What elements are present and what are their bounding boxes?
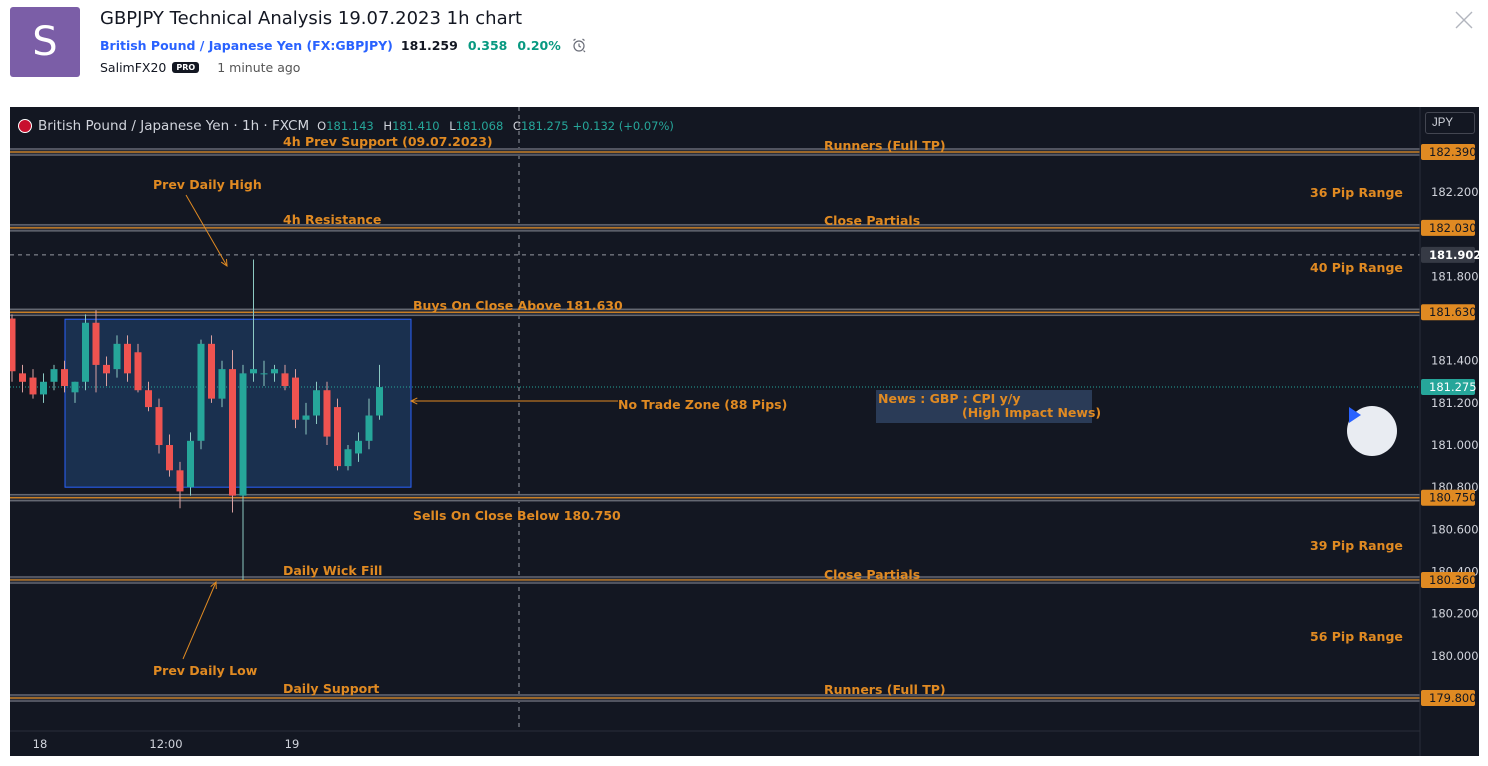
candle-body-4	[50, 369, 58, 382]
range-40-label: 40 Pip Range	[1310, 260, 1403, 275]
y-badge-label-4: 181.275	[1429, 380, 1477, 394]
buys-label: Buys On Close Above 181.630	[413, 298, 623, 313]
candle-body-27	[292, 377, 299, 420]
posted-time: 1 minute ago	[217, 60, 301, 75]
candle-body-30	[323, 390, 331, 437]
prev-daily-high-label: Prev Daily High	[153, 177, 262, 192]
candle-body-19	[208, 343, 215, 399]
candle-body-24	[260, 373, 268, 375]
candle-body-31	[334, 407, 341, 467]
candle-body-6	[71, 381, 79, 393]
resistance-4h-label: 4h Resistance	[283, 212, 382, 227]
sells-label: Sells On Close Below 180.750	[413, 508, 621, 523]
candle-body-3	[40, 381, 47, 395]
news-line-1: News : GBP : CPI y/y	[878, 391, 1021, 406]
y-badge-label-6: 180.360	[1429, 573, 1477, 587]
close-partials-top-label: Close Partials	[824, 213, 921, 228]
legend-change: +0.132 (+0.07%)	[572, 119, 674, 133]
daily-wick-fill-label: Daily Wick Fill	[283, 563, 383, 578]
candle-body-16	[176, 470, 184, 492]
symbol-ticker-link[interactable]: FX:GBPJPY	[312, 38, 387, 53]
no-trade-zone-label: No Trade Zone (88 Pips)	[618, 397, 788, 412]
chart-panel[interactable]: 182.200 181.800 181.400 181.200 181.000 180.8…	[10, 107, 1479, 756]
range-56-label: 56 Pip Range	[1310, 629, 1403, 644]
y-badge-label-5: 180.750	[1429, 491, 1477, 505]
author-row: SalimFX20 PRO 1 minute ago	[100, 60, 300, 75]
candle-body-1	[19, 373, 26, 382]
y-badge-label-2: 181.902	[1429, 248, 1479, 262]
y-tick-label-3: 181.200	[1431, 396, 1479, 410]
candle-body-7	[82, 322, 89, 382]
y-tick-label-1: 181.800	[1431, 269, 1479, 283]
candle-body-35	[376, 387, 383, 416]
candle-body-11	[124, 343, 131, 374]
candle-body-34	[365, 415, 373, 441]
candle-body-20	[218, 369, 226, 399]
gbp-flag-icon	[18, 119, 32, 133]
candle-body-21	[229, 369, 236, 496]
candle-body-13	[145, 390, 152, 408]
prev-low-arrow-line	[182, 581, 217, 660]
range-36-label: 36 Pip Range	[1310, 185, 1403, 200]
author-name[interactable]: SalimFX20	[100, 60, 166, 75]
candle-body-5	[61, 369, 68, 386]
candle-body-15	[166, 445, 173, 471]
symbol-row: British Pound / Japanese Yen (FX:GBPJPY)…	[100, 37, 587, 53]
candle-body-33	[355, 440, 362, 454]
y-tick-label-6: 180.600	[1431, 522, 1479, 536]
y-badge-label-7: 179.800	[1429, 691, 1477, 705]
legend-symbol[interactable]: British Pound / Japanese Yen · 1h · FXCM	[38, 118, 309, 134]
author-avatar[interactable]: S	[10, 7, 80, 77]
candle-body-23	[250, 369, 257, 374]
candle-body-18	[197, 343, 205, 441]
runners-top-label: Runners (Full TP)	[824, 138, 946, 153]
y-badge-label-0: 182.390	[1429, 145, 1477, 159]
symbol-price: 181.259	[400, 37, 458, 53]
candle-body-22	[239, 373, 247, 496]
candle-body-29	[313, 390, 320, 416]
y-badge-label-3: 181.630	[1429, 305, 1477, 319]
close-icon[interactable]	[1454, 10, 1474, 30]
pro-badge: PRO	[172, 62, 200, 73]
symbol-name-link[interactable]: British Pound / Japanese Yen	[100, 38, 302, 53]
candle-body-0	[10, 318, 16, 372]
y-tick-label-0: 182.200	[1431, 185, 1479, 199]
legend-ohlc: O181.143 H181.410 L181.068 C181.275	[317, 119, 569, 133]
candle-body-26	[281, 373, 289, 386]
y-badge-label-1: 182.030	[1429, 221, 1477, 235]
currency-selector[interactable]: JPY	[1425, 112, 1475, 134]
daily-support-label: Daily Support	[283, 681, 380, 696]
chart-legend: British Pound / Japanese Yen · 1h · FXCM…	[18, 118, 674, 134]
y-tick-label-2: 181.400	[1431, 354, 1479, 368]
candle-body-17	[187, 440, 194, 488]
prev-support-label: 4h Prev Support (09.07.2023)	[283, 134, 493, 149]
news-line-2: (High Impact News)	[962, 405, 1102, 420]
play-icon	[1349, 407, 1361, 423]
y-tick-label-4: 181.000	[1431, 438, 1479, 452]
candle-body-32	[344, 449, 352, 467]
play-button[interactable]	[1347, 406, 1397, 456]
runners-bottom-label: Runners (Full TP)	[824, 682, 946, 697]
candle-body-12	[134, 352, 142, 391]
x-tick-label-2: 19	[285, 737, 300, 751]
prev-daily-low-label: Prev Daily Low	[153, 663, 258, 678]
symbol-change-pct: 0.20%	[517, 37, 561, 53]
candle-body-10	[113, 343, 121, 370]
candle-body-9	[103, 364, 110, 374]
candle-body-25	[271, 369, 278, 374]
x-tick-label-1: 12:00	[149, 737, 182, 751]
close-partials-bottom-label: Close Partials	[824, 567, 921, 582]
symbol-change: 0.358	[467, 37, 508, 53]
idea-title: GBPJPY Technical Analysis 19.07.2023 1h …	[100, 8, 523, 29]
price-chart-svg[interactable]: 182.200181.800181.400181.200181.000180.8…	[10, 107, 1479, 756]
range-39-label: 39 Pip Range	[1310, 538, 1403, 553]
x-tick-label-0: 18	[33, 737, 48, 751]
y-tick-label-9: 180.000	[1431, 649, 1479, 663]
candle-body-28	[302, 415, 310, 420]
candle-body-8	[92, 322, 100, 365]
candle-body-14	[155, 407, 163, 446]
candle-body-2	[29, 377, 37, 395]
alarm-clock-icon[interactable]	[571, 37, 587, 53]
y-tick-label-8: 180.200	[1431, 607, 1479, 621]
